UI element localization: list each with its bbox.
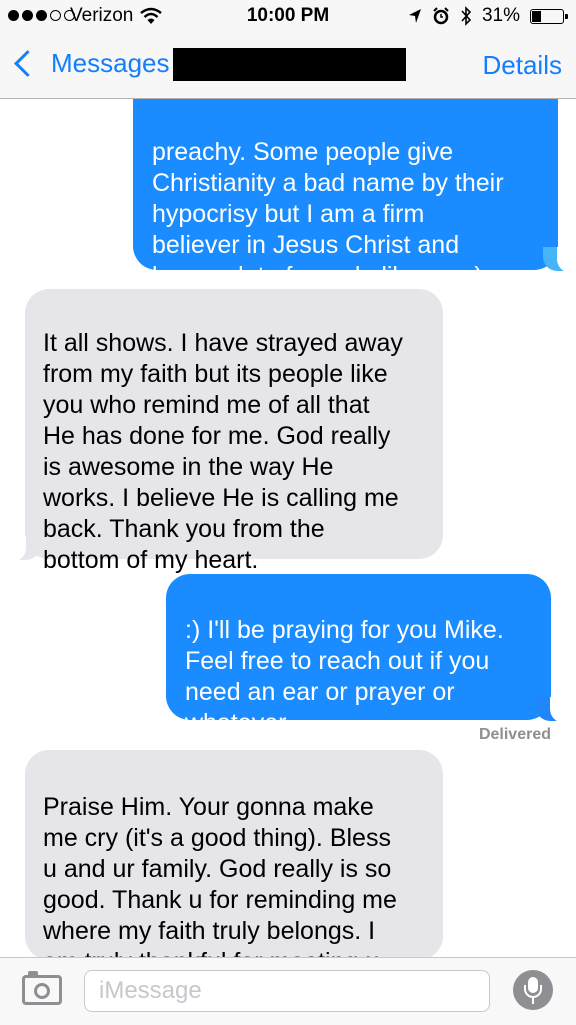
- delivered-status: Delivered: [478, 726, 551, 743]
- message-thread[interactable]: preachy. Some people give Christianity a…: [0, 99, 576, 957]
- redacted-contact-name: [173, 48, 406, 81]
- incoming-message-bubble[interactable]: It all shows. I have strayed away from m…: [6, 289, 443, 574]
- message-text: :) I'll be praying for you Mike. Feel fr…: [185, 616, 504, 737]
- status-bar: Verizon 10:00 PM 31%: [0, 0, 576, 34]
- message-text: preachy. Some people give Christianity a…: [152, 138, 504, 290]
- bluetooth-icon: [461, 6, 472, 26]
- back-label: Messages: [51, 48, 170, 78]
- chevron-left-icon: [14, 50, 41, 77]
- battery-percent: 31%: [481, 5, 520, 26]
- navigation-bar: Messages Details: [0, 34, 576, 99]
- input-placeholder: iMessage: [99, 977, 202, 1004]
- message-input-bar: iMessage: [0, 957, 576, 1025]
- back-to-messages-button[interactable]: Messages: [10, 48, 170, 79]
- message-text: It all shows. I have strayed away from m…: [43, 329, 403, 574]
- microphone-icon[interactable]: [513, 970, 553, 1010]
- details-button[interactable]: Details: [483, 50, 562, 81]
- incoming-message-bubble[interactable]: Praise Him. Your gonna make me cry (it's…: [25, 750, 443, 957]
- imessage-input[interactable]: iMessage: [84, 970, 490, 1012]
- camera-icon[interactable]: [22, 971, 62, 1005]
- battery-icon: [530, 8, 568, 24]
- outgoing-message-bubble[interactable]: preachy. Some people give Christianity a…: [133, 99, 576, 290]
- message-text: Praise Him. Your gonna make me cry (it's…: [43, 793, 397, 957]
- location-arrow-icon: [408, 9, 421, 23]
- outgoing-message-bubble[interactable]: :) I'll be praying for you Mike. Feel fr…: [166, 574, 570, 737]
- alarm-icon: [433, 7, 449, 25]
